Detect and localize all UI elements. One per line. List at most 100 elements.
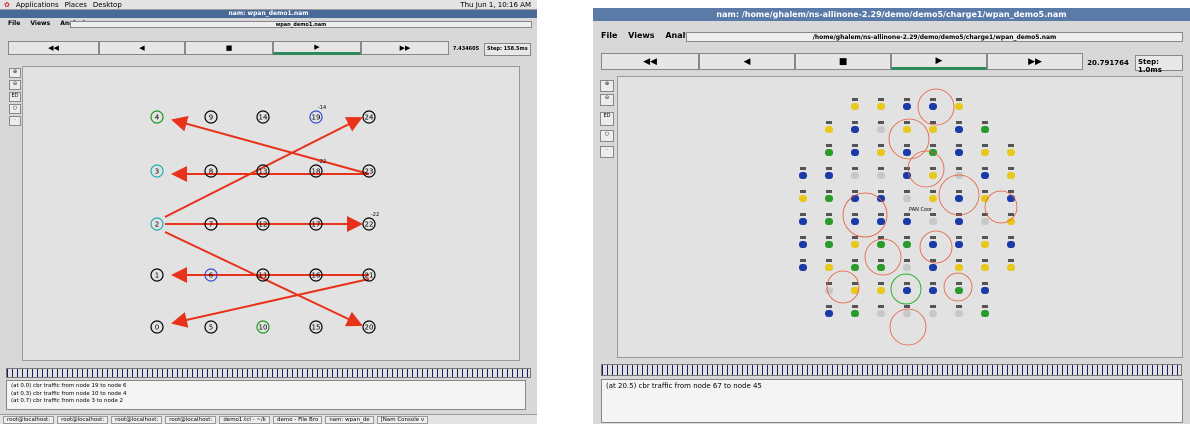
sensor-node[interactable] xyxy=(929,126,937,133)
sensor-node[interactable] xyxy=(877,149,885,156)
sensor-node[interactable] xyxy=(903,195,911,202)
sensor-node[interactable] xyxy=(929,103,937,110)
sensor-node[interactable] xyxy=(825,241,833,248)
step-slider[interactable]: Step: 158.5ms xyxy=(484,43,531,56)
sensor-node[interactable] xyxy=(929,310,937,317)
edit-icon[interactable]: ED xyxy=(9,92,21,102)
sensor-node[interactable] xyxy=(981,287,989,294)
sensor-node[interactable] xyxy=(877,264,885,271)
sensor-node[interactable] xyxy=(903,264,911,271)
sensor-node[interactable] xyxy=(851,126,859,133)
sensor-node[interactable] xyxy=(877,126,885,133)
sensor-node[interactable] xyxy=(955,195,963,202)
sensor-node[interactable] xyxy=(981,149,989,156)
sensor-node[interactable] xyxy=(903,172,911,179)
network-canvas[interactable]: PAN Coor xyxy=(617,76,1183,358)
sensor-node[interactable] xyxy=(851,172,859,179)
zoom-in-icon[interactable]: ⊕ xyxy=(600,80,614,92)
sensor-node[interactable] xyxy=(799,172,807,179)
sensor-node[interactable] xyxy=(981,264,989,271)
sensor-node[interactable] xyxy=(955,287,963,294)
sensor-node[interactable] xyxy=(825,310,833,317)
stop-button[interactable]: ■ xyxy=(795,53,891,70)
sensor-node[interactable] xyxy=(929,241,937,248)
stop-button[interactable]: ■ xyxy=(185,41,273,55)
sensor-node[interactable] xyxy=(877,103,885,110)
menu-file[interactable]: File xyxy=(601,30,617,42)
menu-file[interactable]: File xyxy=(8,19,20,28)
sensor-node[interactable] xyxy=(955,103,963,110)
back-button[interactable]: ◀ xyxy=(99,41,185,55)
sensor-node[interactable] xyxy=(929,287,937,294)
sensor-node[interactable] xyxy=(825,264,833,271)
sensor-node[interactable] xyxy=(851,310,859,317)
step-slider[interactable]: Step: 1.0ms xyxy=(1135,55,1183,74)
zoom-out-icon[interactable]: ⊖ xyxy=(9,80,21,90)
sensor-node[interactable] xyxy=(929,172,937,179)
taskbar-item[interactable]: root@localhost: xyxy=(165,415,217,424)
circle-tool-icon[interactable]: ○ xyxy=(9,104,21,114)
taskbar-item[interactable]: demo - File Bro xyxy=(273,415,323,424)
taskbar-item[interactable]: demo1.tcl - ~/k xyxy=(219,415,270,424)
menu-views[interactable]: Views xyxy=(628,30,654,42)
sensor-node[interactable] xyxy=(799,218,807,225)
sensor-node[interactable] xyxy=(799,264,807,271)
taskbar-item[interactable]: [Nam Console v xyxy=(376,415,429,424)
rewind-button[interactable]: ◀◀ xyxy=(601,53,699,70)
sensor-node[interactable] xyxy=(799,241,807,248)
taskbar-item[interactable]: root@localhost: xyxy=(111,415,163,424)
sensor-node[interactable] xyxy=(877,310,885,317)
timeline-slider[interactable] xyxy=(601,364,1182,376)
sensor-node[interactable] xyxy=(955,241,963,248)
taskbar-item[interactable]: root@localhost: xyxy=(3,415,55,424)
sensor-node[interactable] xyxy=(903,103,911,110)
sensor-node[interactable] xyxy=(1007,172,1015,179)
sensor-node[interactable] xyxy=(1007,241,1015,248)
sensor-node[interactable] xyxy=(981,172,989,179)
sensor-node[interactable] xyxy=(929,264,937,271)
sensor-node[interactable] xyxy=(877,218,885,225)
sensor-node[interactable] xyxy=(903,149,911,156)
sensor-node[interactable] xyxy=(825,218,833,225)
sensor-node[interactable] xyxy=(877,172,885,179)
taskbar-item[interactable]: root@localhost: xyxy=(57,415,109,424)
play-button[interactable]: ▶ xyxy=(891,53,987,70)
menu-places[interactable]: Places xyxy=(65,1,87,9)
sensor-node[interactable] xyxy=(851,195,859,202)
rewind-button[interactable]: ◀◀ xyxy=(8,41,99,55)
sensor-node[interactable] xyxy=(825,195,833,202)
taskbar-item[interactable]: nam: wpan_de xyxy=(325,415,374,424)
network-canvas[interactable]: 4 9 14 19 -14 24 3 8 13 18 -22 23 2 7 12 17 22 -22 1 6 11 16 2… xyxy=(22,66,520,361)
menu-applications[interactable]: Applications xyxy=(16,1,59,9)
timeline-slider[interactable] xyxy=(6,368,531,378)
sensor-node[interactable] xyxy=(825,172,833,179)
sensor-node[interactable] xyxy=(981,126,989,133)
sensor-node[interactable] xyxy=(903,310,911,317)
sensor-node[interactable] xyxy=(825,126,833,133)
sensor-node[interactable] xyxy=(955,310,963,317)
menu-desktop[interactable]: Desktop xyxy=(93,1,122,9)
circle-tool-icon[interactable]: ○ xyxy=(600,130,614,142)
sensor-node[interactable] xyxy=(955,126,963,133)
sensor-node[interactable] xyxy=(929,218,937,225)
sensor-node[interactable] xyxy=(955,218,963,225)
sensor-node[interactable] xyxy=(851,218,859,225)
fast-forward-button[interactable]: ▶▶ xyxy=(361,41,449,55)
zoom-out-icon[interactable]: ⊖ xyxy=(600,94,614,106)
sensor-node[interactable] xyxy=(851,103,859,110)
sensor-node[interactable] xyxy=(1007,264,1015,271)
sensor-node[interactable] xyxy=(851,241,859,248)
sensor-node[interactable] xyxy=(903,287,911,294)
sensor-node[interactable] xyxy=(825,149,833,156)
sensor-node[interactable] xyxy=(1007,149,1015,156)
sensor-node[interactable] xyxy=(955,264,963,271)
sensor-node[interactable] xyxy=(877,241,885,248)
sensor-node[interactable] xyxy=(903,241,911,248)
zoom-in-icon[interactable]: ⊕ xyxy=(9,68,21,78)
dot-tool-icon[interactable]: · xyxy=(600,146,614,158)
sensor-node[interactable] xyxy=(877,287,885,294)
sensor-node[interactable] xyxy=(955,149,963,156)
sensor-node[interactable] xyxy=(851,264,859,271)
sensor-node[interactable] xyxy=(981,241,989,248)
edit-icon[interactable]: ED xyxy=(600,112,614,126)
